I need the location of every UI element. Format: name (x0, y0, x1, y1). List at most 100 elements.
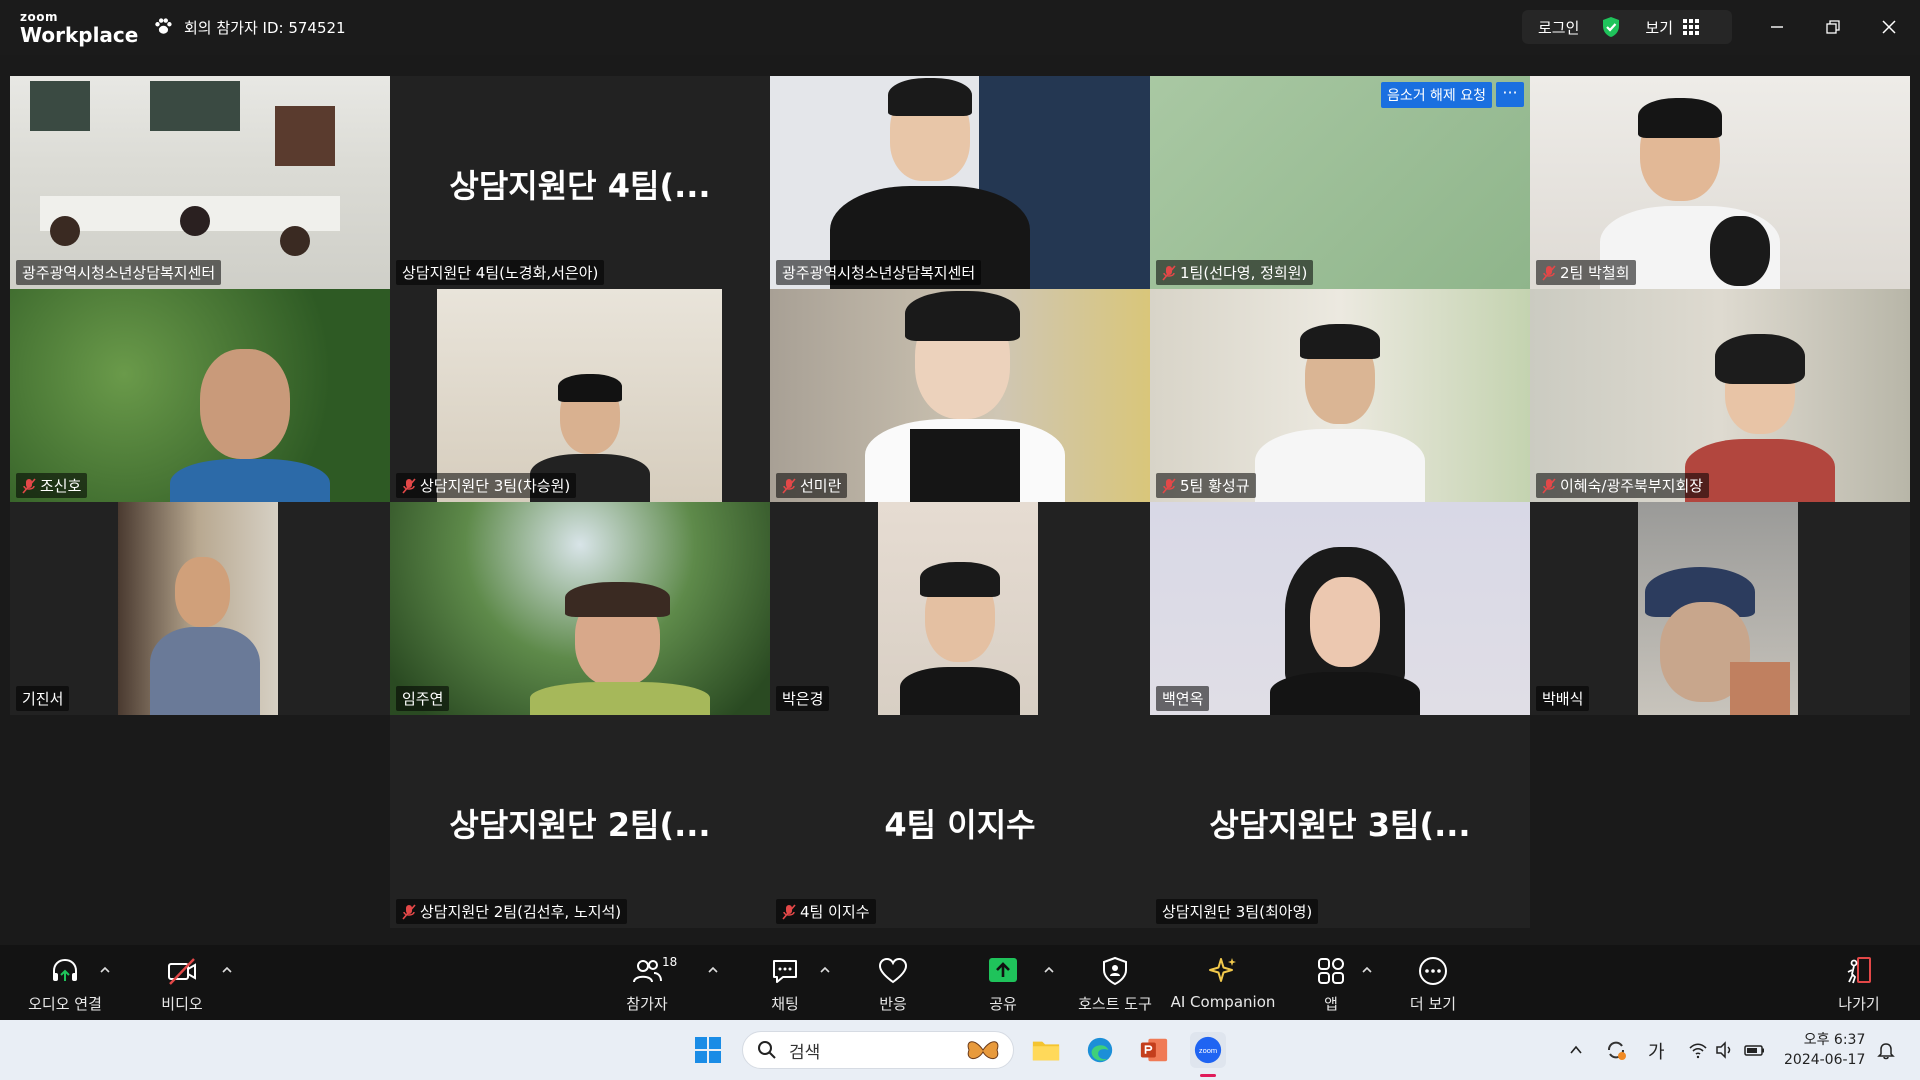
file-explorer-button[interactable] (1028, 1032, 1064, 1068)
hair-shape (558, 374, 622, 402)
audio-options-chevron-icon[interactable] (98, 963, 112, 977)
meeting-info[interactable]: 회의 참가자 ID: 574521 (152, 16, 346, 38)
participant-avatar-name: 상담지원단 2팀(... (449, 806, 711, 844)
video-tile[interactable]: 광주광역시청소년상담복지센터 (10, 76, 390, 289)
leave-button[interactable]: 나가기 (1804, 955, 1914, 1014)
sync-icon[interactable] (1604, 1038, 1628, 1062)
speaker-icon[interactable] (1714, 1040, 1734, 1060)
video-tile[interactable]: 5팀 황성규 (1150, 289, 1530, 502)
share-options-chevron-icon[interactable] (1042, 963, 1056, 977)
clock[interactable]: 오후 6:37 2024-06-17 (1784, 1030, 1865, 1070)
participant-name-label: 1팀(선다영, 정희원) (1156, 260, 1314, 285)
muted-mic-icon (1162, 264, 1176, 281)
video-tile[interactable]: 박은경 (770, 502, 1150, 715)
muted-mic-icon (402, 477, 416, 494)
participant-name-label: 박배식 (1536, 686, 1590, 711)
zoom-app-button[interactable]: zoom (1190, 1032, 1226, 1068)
muted-mic-icon (22, 477, 36, 494)
powerpoint-button[interactable] (1136, 1032, 1172, 1068)
participant-name-label: 박은경 (776, 686, 830, 711)
more-label: 더 보기 (1409, 995, 1457, 1013)
butterfly-icon (967, 1041, 999, 1059)
ime-indicator[interactable]: 가 (1648, 1038, 1665, 1064)
video-tile[interactable]: 4팀 이지수 4팀 이지수 (770, 715, 1150, 928)
restore-button[interactable] (1820, 14, 1846, 40)
edge-browser-button[interactable] (1082, 1032, 1118, 1068)
vest-shape (910, 429, 1020, 502)
window-shape (150, 81, 240, 131)
host-tools-button[interactable]: 호스트 도구 (1060, 955, 1170, 1014)
video-tile[interactable]: 이혜숙/광주북부지회장 (1530, 289, 1910, 502)
participants-icon (633, 960, 662, 983)
video-tile[interactable]: 상담지원단 4팀(... 상담지원단 4팀(노경화,서은아) (390, 76, 770, 289)
muted-mic-icon (782, 477, 796, 494)
notification-bell-icon[interactable] (1876, 1040, 1896, 1060)
minimize-button[interactable] (1764, 14, 1790, 40)
taskbar-search-box[interactable]: 검색 (742, 1031, 1014, 1069)
unmute-request-button[interactable]: 음소거 해제 요청 (1380, 82, 1492, 108)
video-tile[interactable]: 조신호 (10, 289, 390, 502)
video-tile[interactable]: 상담지원단 2팀(... 상담지원단 2팀(김선후, 노지석) (390, 715, 770, 928)
face-shape (175, 557, 230, 627)
participants-button[interactable]: 18 참가자 (592, 955, 702, 1014)
video-tile[interactable]: 박배식 (1530, 502, 1910, 715)
tray-overflow-chevron-icon[interactable] (1568, 1042, 1584, 1058)
tile-more-button[interactable]: ··· (1496, 82, 1524, 107)
person-shape (280, 226, 310, 256)
search-placeholder: 검색 (789, 1042, 821, 1063)
person-shape (180, 206, 210, 236)
face-shape (200, 349, 290, 459)
host-tools-label: 호스트 도구 (1078, 995, 1152, 1013)
reactions-label: 반응 (879, 995, 907, 1013)
participant-name-label: 광주광역시청소년상담복지센터 (776, 260, 982, 285)
start-button[interactable] (690, 1032, 726, 1068)
video-tile[interactable]: 상담지원단 3팀(차승원) (390, 289, 770, 502)
participant-name-label: 상담지원단 4팀(노경화,서은아) (396, 260, 605, 285)
participant-name-label: 조신호 (16, 473, 88, 498)
apps-options-chevron-icon[interactable] (1360, 963, 1374, 977)
search-icon (758, 1041, 776, 1059)
video-tile[interactable]: 백연옥 (1150, 502, 1530, 715)
chat-options-chevron-icon[interactable] (818, 963, 832, 977)
share-screen-icon (989, 958, 1017, 982)
video-tile[interactable]: 2팀 박철희 (1530, 76, 1910, 289)
ai-companion-label: AI Companion (1170, 993, 1276, 1011)
video-tile[interactable]: 기진서 (10, 502, 390, 715)
window-shape (30, 81, 90, 131)
encryption-shield-icon[interactable] (1599, 15, 1623, 39)
video-tile[interactable]: 임주연 (390, 502, 770, 715)
participants-paw-icon (155, 18, 172, 34)
ai-companion-button[interactable]: AI Companion (1168, 955, 1278, 1011)
apps-icon (1318, 958, 1344, 984)
video-tile[interactable]: 선미란 (770, 289, 1150, 502)
wifi-icon[interactable] (1688, 1040, 1708, 1060)
muted-mic-icon (782, 903, 796, 920)
login-button[interactable]: 로그인 (1538, 17, 1579, 38)
close-button[interactable] (1876, 14, 1902, 40)
view-button[interactable]: 보기 (1645, 17, 1673, 38)
reactions-button[interactable]: 반응 (838, 955, 948, 1014)
participants-options-chevron-icon[interactable] (706, 963, 720, 977)
participant-name-label: 상담지원단 3팀(차승원) (396, 473, 577, 498)
more-button[interactable]: 더 보기 (1378, 955, 1488, 1014)
hair-shape (888, 78, 972, 116)
title-bar: zoom Workplace 회의 참가자 ID: 574521 로그인 보기 (0, 0, 1920, 55)
participant-avatar-name: 4팀 이지수 (884, 806, 1036, 844)
participant-name-label: 백연옥 (1156, 686, 1210, 711)
meeting-id-text: 회의 참가자 ID: 574521 (184, 18, 346, 37)
person-shape (50, 216, 80, 246)
shirt-shape (150, 627, 260, 715)
minimize-icon (1771, 26, 1783, 28)
video-tile[interactable]: 음소거 해제 요청 ··· 1팀(선다영, 정희원) (1150, 76, 1530, 289)
video-options-chevron-icon[interactable] (220, 963, 234, 977)
video-tile[interactable]: 광주광역시청소년상담복지센터 (770, 76, 1150, 289)
participant-name-label: 광주광역시청소년상담복지센터 (16, 260, 222, 285)
participant-name-label: 상담지원단 2팀(김선후, 노지석) (396, 899, 628, 924)
battery-icon[interactable] (1744, 1040, 1766, 1060)
video-off-icon (168, 958, 196, 985)
video-tile[interactable]: 상담지원단 3팀(... 상담지원단 3팀(최아영) (1150, 715, 1530, 928)
participant-name-label: 임주연 (396, 686, 450, 711)
grid-view-icon[interactable] (1683, 19, 1700, 35)
participant-name-label: 4팀 이지수 (776, 899, 876, 924)
shirt-shape (1730, 662, 1790, 715)
